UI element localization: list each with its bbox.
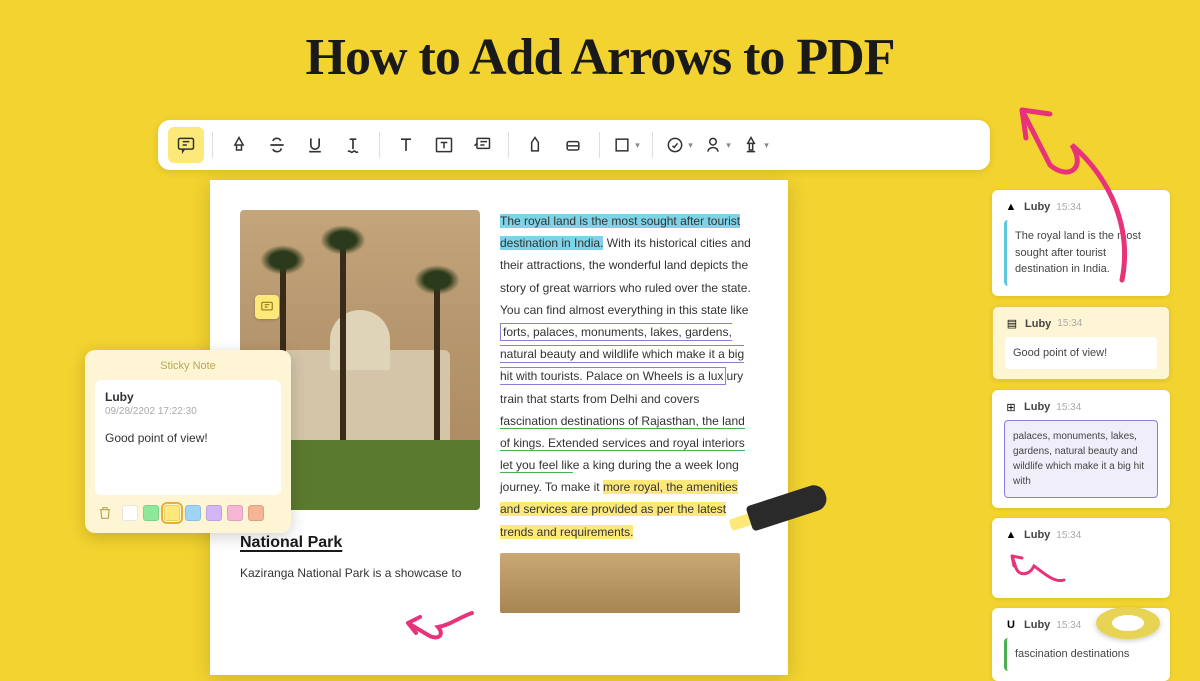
comment-tool[interactable] bbox=[168, 127, 204, 163]
decorative-arrow-large bbox=[1002, 90, 1142, 290]
comment-arrow[interactable]: ▲Luby15:34 bbox=[992, 518, 1170, 598]
document-page: National Park Kaziranga National Park is… bbox=[210, 180, 788, 675]
highlight-icon: ▲ bbox=[1004, 528, 1018, 542]
sticker-tool[interactable] bbox=[737, 127, 773, 163]
sticky-color-picker bbox=[85, 495, 291, 523]
comment-note[interactable]: ▤Luby15:34 Good point of view! bbox=[992, 306, 1170, 381]
color-blue[interactable] bbox=[185, 505, 201, 521]
textbox-icon: ⊞ bbox=[1004, 400, 1018, 414]
color-purple[interactable] bbox=[206, 505, 222, 521]
color-pink[interactable] bbox=[227, 505, 243, 521]
sticky-note-title: Sticky Note bbox=[85, 360, 291, 372]
color-orange[interactable] bbox=[248, 505, 264, 521]
color-green[interactable] bbox=[143, 505, 159, 521]
color-white[interactable] bbox=[122, 505, 138, 521]
shape-tool[interactable] bbox=[608, 127, 644, 163]
underline-tool[interactable] bbox=[297, 127, 333, 163]
textbox-tool[interactable] bbox=[426, 127, 462, 163]
stamp-tool[interactable] bbox=[661, 127, 697, 163]
section-text: Kaziranga National Park is a showcase to bbox=[240, 564, 480, 583]
sticky-content: Good point of view! bbox=[105, 431, 271, 445]
rectangle-annotation[interactable]: forts, palaces, monuments, lakes, garden… bbox=[500, 323, 744, 385]
callout-tool[interactable] bbox=[464, 127, 500, 163]
text-tool[interactable] bbox=[388, 127, 424, 163]
comment-textbox[interactable]: ⊞Luby15:34 palaces, monuments, lakes, ga… bbox=[992, 390, 1170, 508]
sticky-author: Luby bbox=[105, 390, 271, 404]
decorative-ring bbox=[1096, 591, 1160, 655]
squiggly-tool[interactable] bbox=[335, 127, 371, 163]
arrow-drawing bbox=[1004, 548, 1074, 588]
trash-icon[interactable] bbox=[97, 505, 113, 521]
underline-icon: U bbox=[1004, 618, 1018, 632]
section-heading: National Park bbox=[240, 534, 480, 552]
document-image-animal bbox=[500, 553, 740, 613]
comment-body: palaces, monuments, lakes, gardens, natu… bbox=[1004, 420, 1158, 498]
sticky-timestamp: 09/28/2202 17:22:30 bbox=[105, 406, 271, 417]
pencil-tool[interactable] bbox=[517, 127, 553, 163]
signature-tool[interactable] bbox=[699, 127, 735, 163]
note-icon: ▤ bbox=[1005, 317, 1019, 331]
annotation-toolbar bbox=[158, 120, 990, 170]
comment-body: Good point of view! bbox=[1005, 337, 1157, 370]
strikethrough-tool[interactable] bbox=[259, 127, 295, 163]
page-title: How to Add Arrows to PDF bbox=[0, 0, 1200, 87]
document-body-text: The royal land is the most sought after … bbox=[500, 210, 758, 675]
sticky-note-popup: Sticky Note Luby 09/28/2202 17:22:30 Goo… bbox=[85, 350, 291, 533]
highlight-tool[interactable] bbox=[221, 127, 257, 163]
decorative-arrow-small bbox=[400, 605, 480, 645]
eraser-tool[interactable] bbox=[555, 127, 591, 163]
color-yellow[interactable] bbox=[164, 505, 180, 521]
sticky-note-marker[interactable] bbox=[255, 295, 279, 319]
